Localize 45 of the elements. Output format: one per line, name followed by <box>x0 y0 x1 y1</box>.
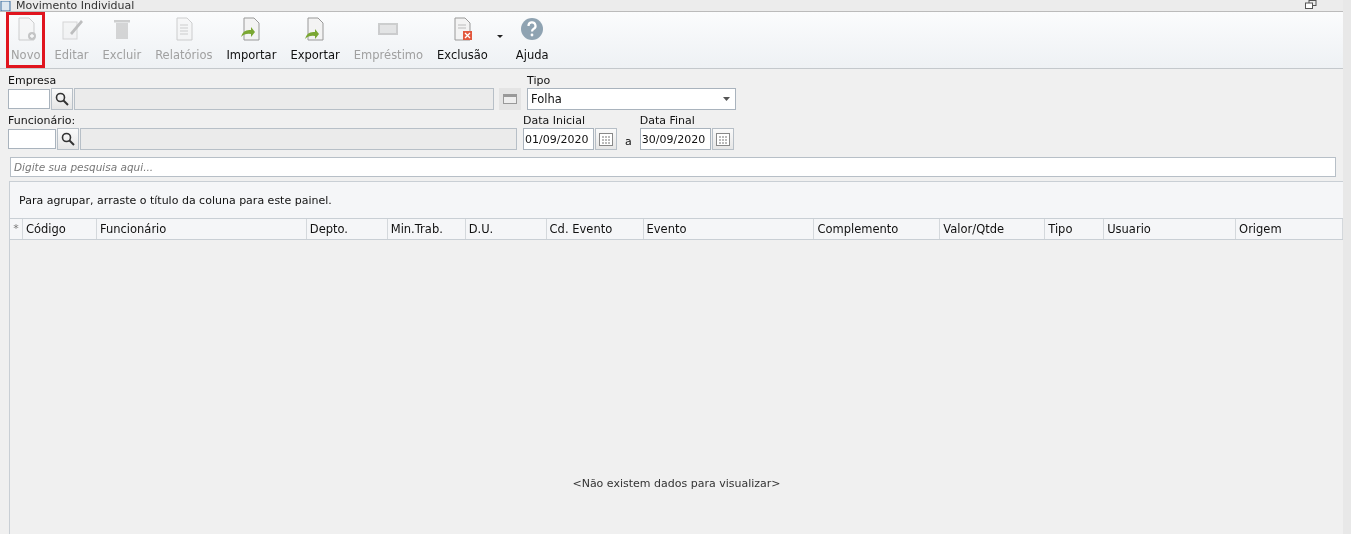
column-header[interactable]: Funcionário <box>96 219 307 239</box>
column-header[interactable]: Min.Trab. <box>387 219 466 239</box>
search-field[interactable]: Digite sua pesquisa aqui... <box>10 157 1336 177</box>
column-header[interactable]: Origem <box>1236 219 1343 239</box>
toolbar-button[interactable]: Exclusão <box>432 12 493 68</box>
type-dropdown[interactable]: Folha <box>527 88 736 110</box>
code-field[interactable] <box>8 89 50 109</box>
calendar-button[interactable] <box>711 128 734 150</box>
empty-message: <Não existem dados para visualizar> <box>572 477 781 490</box>
column-header[interactable]: Depto. <box>306 219 388 239</box>
date-field[interactable]: 01/09/2020 <box>523 128 594 150</box>
column-header[interactable]: D.U. <box>465 219 547 239</box>
field-label: Funcionário: <box>8 114 77 128</box>
date-field[interactable]: 30/09/2020 <box>639 128 711 150</box>
search-button[interactable] <box>51 88 73 110</box>
calendar-button[interactable] <box>595 128 617 150</box>
table-icon <box>503 94 517 104</box>
toolbar-button[interactable]: Importar <box>221 12 282 68</box>
column-header[interactable]: Valor/Qtde <box>940 219 1046 239</box>
toolbar-button[interactable]: Exportar <box>285 12 345 68</box>
code-field[interactable] <box>8 129 56 149</box>
column-header[interactable]: Código <box>23 219 97 239</box>
field-label: Data Final <box>639 114 696 128</box>
help-icon <box>520 17 545 41</box>
caret-icon[interactable] <box>496 35 503 38</box>
calendar-icon <box>599 132 613 146</box>
group-hint: Para agrupar, arraste o título da coluna para este painel. <box>19 193 332 207</box>
calendar-icon <box>715 132 730 146</box>
field-label: Empresa <box>8 74 58 88</box>
search-icon <box>55 92 69 106</box>
column-header[interactable]: Evento <box>643 219 815 239</box>
column-header[interactable]: Complemento <box>814 219 941 239</box>
search-button[interactable] <box>57 128 79 150</box>
window-title: Movimento Individual <box>16 0 135 11</box>
column-header[interactable]: Tipo <box>1045 219 1105 239</box>
range-separator: a <box>625 135 632 148</box>
search-icon <box>61 132 75 146</box>
pencil-icon <box>59 17 84 41</box>
toolbar-button[interactable]: Ajuda <box>510 12 554 68</box>
column-header[interactable]: Cd. Evento <box>546 219 644 239</box>
caret-icon[interactable] <box>723 97 730 101</box>
field-label: Tipo <box>527 74 552 88</box>
restore-icon[interactable] <box>1305 0 1317 9</box>
field-label: Data Inicial <box>523 114 586 128</box>
column-header[interactable]: Usuario <box>1104 219 1237 239</box>
